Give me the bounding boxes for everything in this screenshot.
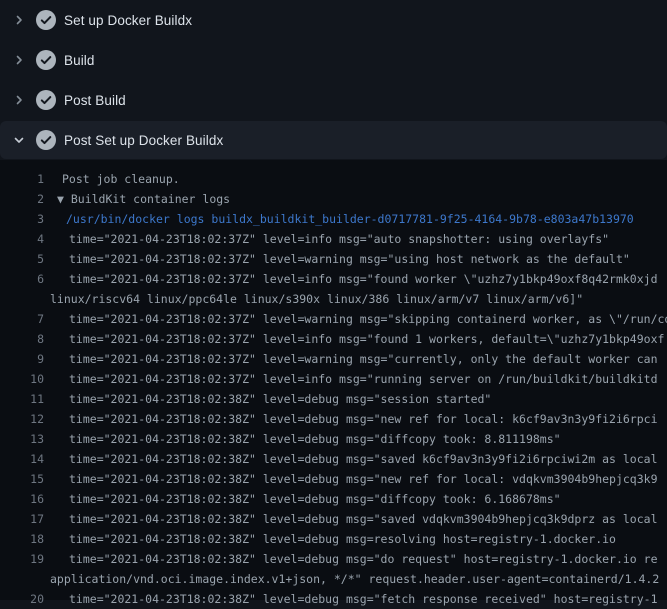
- log-line: 16time="2021-04-23T18:02:38Z" level=debu…: [0, 489, 667, 509]
- log-line: 7time="2021-04-23T18:02:37Z" level=warni…: [0, 309, 667, 329]
- line-number[interactable]: 16: [0, 489, 50, 509]
- line-number[interactable]: 12: [0, 409, 50, 429]
- log-line: linux/riscv64 linux/ppc64le linux/s390x …: [0, 289, 667, 309]
- log-line: 4time="2021-04-23T18:02:37Z" level=info …: [0, 229, 667, 249]
- log-text: time="2021-04-23T18:02:38Z" level=debug …: [50, 589, 667, 609]
- log-line: 14time="2021-04-23T18:02:38Z" level=debu…: [0, 449, 667, 469]
- log-line: 5time="2021-04-23T18:02:37Z" level=warni…: [0, 249, 667, 269]
- log-line: 8time="2021-04-23T18:02:37Z" level=info …: [0, 329, 667, 349]
- log-text: Post job cleanup.: [50, 169, 667, 189]
- chevron-right-icon: [12, 14, 26, 26]
- log-line: 20time="2021-04-23T18:02:38Z" level=debu…: [0, 589, 667, 609]
- log-text: time="2021-04-23T18:02:37Z" level=warnin…: [50, 349, 667, 369]
- step-title: Build: [64, 53, 95, 68]
- line-number[interactable]: 18: [0, 529, 50, 549]
- line-number[interactable]: 4: [0, 229, 50, 249]
- line-number[interactable]: 17: [0, 509, 50, 529]
- log-group-expander-icon[interactable]: ▼: [57, 192, 71, 206]
- chevron-down-icon: [12, 134, 26, 146]
- line-number[interactable]: 19: [0, 549, 50, 569]
- log-line: 12time="2021-04-23T18:02:38Z" level=debu…: [0, 409, 667, 429]
- step-row-set-up-docker-buildx[interactable]: Set up Docker Buildx: [0, 0, 667, 40]
- log-line: 11time="2021-04-23T18:02:38Z" level=debu…: [0, 389, 667, 409]
- step-row-build[interactable]: Build: [0, 40, 667, 80]
- log-text: time="2021-04-23T18:02:38Z" level=debug …: [50, 509, 667, 529]
- line-number[interactable]: 8: [0, 329, 50, 349]
- line-number[interactable]: 1: [0, 169, 50, 189]
- log-text: time="2021-04-23T18:02:38Z" level=debug …: [50, 389, 667, 409]
- log-text: time="2021-04-23T18:02:38Z" level=debug …: [50, 449, 667, 469]
- log-text: time="2021-04-23T18:02:37Z" level=warnin…: [50, 249, 667, 269]
- log-line: 10time="2021-04-23T18:02:37Z" level=info…: [0, 369, 667, 389]
- chevron-right-icon: [12, 54, 26, 66]
- line-number[interactable]: 14: [0, 449, 50, 469]
- log-line: 2▼ BuildKit container logs: [0, 189, 667, 209]
- log-text: time="2021-04-23T18:02:38Z" level=debug …: [50, 549, 667, 569]
- check-circle-icon: [36, 50, 56, 70]
- log-text: linux/riscv64 linux/ppc64le linux/s390x …: [50, 289, 667, 309]
- log-text: time="2021-04-23T18:02:38Z" level=debug …: [50, 409, 667, 429]
- log-text: time="2021-04-23T18:02:37Z" level=info m…: [50, 369, 667, 389]
- line-number[interactable]: [0, 289, 50, 309]
- log-text: time="2021-04-23T18:02:37Z" level=info m…: [50, 229, 667, 249]
- line-number[interactable]: 10: [0, 369, 50, 389]
- log-line: 9time="2021-04-23T18:02:37Z" level=warni…: [0, 349, 667, 369]
- line-number[interactable]: 11: [0, 389, 50, 409]
- line-number[interactable]: 15: [0, 469, 50, 489]
- step-row-post-build[interactable]: Post Build: [0, 80, 667, 120]
- log-text: time="2021-04-23T18:02:37Z" level=info m…: [50, 329, 667, 349]
- log-line: 1Post job cleanup.: [0, 169, 667, 189]
- check-circle-icon: [36, 10, 56, 30]
- log-text: time="2021-04-23T18:02:38Z" level=debug …: [50, 529, 667, 549]
- log-line: 18time="2021-04-23T18:02:38Z" level=debu…: [0, 529, 667, 549]
- log-text: time="2021-04-23T18:02:38Z" level=debug …: [50, 489, 667, 509]
- log-line: 15time="2021-04-23T18:02:38Z" level=debu…: [0, 469, 667, 489]
- step-title: Post Set up Docker Buildx: [64, 133, 223, 148]
- step-row-post-set-up-docker-buildx[interactable]: Post Set up Docker Buildx: [0, 121, 667, 159]
- line-number[interactable]: 2: [0, 189, 50, 209]
- line-number[interactable]: 13: [0, 429, 50, 449]
- step-title: Set up Docker Buildx: [64, 13, 192, 28]
- log-line: 17time="2021-04-23T18:02:38Z" level=debu…: [0, 509, 667, 529]
- log-lines: 1Post job cleanup.2▼ BuildKit container …: [0, 169, 667, 609]
- log-text: ▼ BuildKit container logs: [50, 189, 667, 209]
- log-line: application/vnd.oci.image.index.v1+json,…: [0, 569, 667, 589]
- log-line: 13time="2021-04-23T18:02:38Z" level=debu…: [0, 429, 667, 449]
- log-line: 6time="2021-04-23T18:02:37Z" level=info …: [0, 269, 667, 289]
- log-text: time="2021-04-23T18:02:37Z" level=info m…: [50, 269, 667, 289]
- log-viewer: 1Post job cleanup.2▼ BuildKit container …: [0, 160, 667, 600]
- steps-list: Set up Docker Buildx Build Post Build Po…: [0, 0, 667, 160]
- line-number[interactable]: 7: [0, 309, 50, 329]
- check-circle-icon: [36, 130, 56, 150]
- line-number[interactable]: [0, 569, 50, 589]
- line-number[interactable]: 3: [0, 209, 50, 229]
- command-text: /usr/bin/docker logs buildx_buildkit_bui…: [50, 209, 667, 229]
- log-line: 19time="2021-04-23T18:02:38Z" level=debu…: [0, 549, 667, 569]
- line-number[interactable]: 6: [0, 269, 50, 289]
- line-number[interactable]: 9: [0, 349, 50, 369]
- log-text: application/vnd.oci.image.index.v1+json,…: [50, 569, 667, 589]
- chevron-right-icon: [12, 94, 26, 106]
- log-text: time="2021-04-23T18:02:38Z" level=debug …: [50, 429, 667, 449]
- line-number[interactable]: 5: [0, 249, 50, 269]
- line-number[interactable]: 20: [0, 589, 50, 609]
- log-line: 3/usr/bin/docker logs buildx_buildkit_bu…: [0, 209, 667, 229]
- log-text: time="2021-04-23T18:02:37Z" level=warnin…: [50, 309, 667, 329]
- log-text: time="2021-04-23T18:02:38Z" level=debug …: [50, 469, 667, 489]
- check-circle-icon: [36, 90, 56, 110]
- step-title: Post Build: [64, 93, 126, 108]
